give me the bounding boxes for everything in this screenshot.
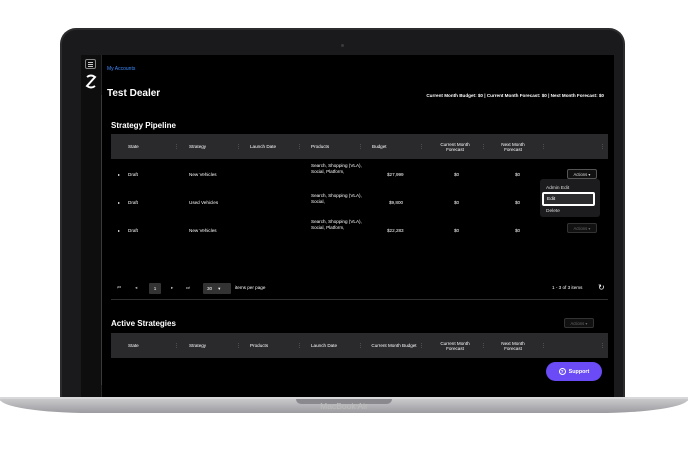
col-current-budget[interactable]: Current Month Budget xyxy=(371,333,417,358)
active-actions-button[interactable]: Actions ▾ xyxy=(564,318,594,328)
col-strategy[interactable]: Strategy xyxy=(189,134,234,159)
row-actions-button[interactable]: Actions ▾ xyxy=(567,223,597,233)
row-next-forecast: $0 xyxy=(515,200,521,205)
col-state[interactable]: State xyxy=(128,134,168,159)
chevron-down-icon: ▾ xyxy=(585,320,588,326)
col-current-forecast[interactable]: Current Month Forecast xyxy=(432,333,478,358)
page-title: Test Dealer xyxy=(107,88,161,99)
first-page-icon[interactable]: ⏮ xyxy=(117,285,121,290)
pipeline-table: State ⋮ Strategy ⋮ Launch Date ⋮ Product… xyxy=(111,134,608,274)
chevron-down-icon: ▾ xyxy=(588,171,591,177)
items-per-page-label: items per page xyxy=(235,285,266,290)
col-products[interactable]: Products xyxy=(311,134,356,159)
menu-item-edit[interactable]: Edit xyxy=(547,197,555,202)
range-text: 1 - 3 of 3 items xyxy=(552,285,583,290)
refresh-icon[interactable]: ↻ xyxy=(598,283,605,292)
row-budget: $27,999 xyxy=(387,172,404,177)
rail-divider xyxy=(101,95,102,385)
row-budget: $9,800 xyxy=(389,200,404,205)
page-size-select[interactable]: 30 ▾ xyxy=(203,283,231,294)
table-row[interactable]: ▸ Draft Used Vehicles Search, Shopping (… xyxy=(111,189,608,217)
table-menu-icon[interactable]: ⋮ xyxy=(600,343,605,349)
expand-row-icon[interactable]: ▸ xyxy=(118,228,120,233)
actions-label: Actions xyxy=(573,171,588,177)
col-launch-date[interactable]: Launch Date xyxy=(311,333,356,358)
col-current-forecast[interactable]: Current Month Forecast xyxy=(432,134,478,159)
budget-summary: Current Month Budget: $0 | Current Month… xyxy=(426,93,604,98)
row-products: Search, Shopping (VLA), Social, Platform… xyxy=(311,163,362,175)
hamburger-menu-icon[interactable] xyxy=(85,59,96,69)
breadcrumb-my-accounts[interactable]: My Accounts xyxy=(107,66,135,72)
row-budget: $22,283 xyxy=(387,228,404,233)
support-label: Support xyxy=(568,368,590,375)
side-rail xyxy=(81,55,102,397)
next-page-icon[interactable]: ▸ xyxy=(171,285,173,291)
prev-page-icon[interactable]: ◂ xyxy=(135,285,137,291)
actions-label: Actions xyxy=(570,320,585,326)
row-state: Draft xyxy=(128,200,138,205)
chevron-down-icon: ▾ xyxy=(588,225,591,231)
col-launch-date[interactable]: Launch Date xyxy=(250,134,295,159)
col-strategy[interactable]: Strategy xyxy=(189,333,234,358)
section-divider xyxy=(111,299,608,300)
actions-label: Actions xyxy=(573,225,588,231)
row-state: Draft xyxy=(128,228,138,233)
laptop-mockup: My Accounts Test Dealer Current Month Bu… xyxy=(0,0,688,458)
row-products: Search, Shopping (VLA), Social, Platform… xyxy=(311,219,362,231)
caret-down-icon: ▾ xyxy=(218,285,221,291)
col-menu-icon[interactable]: ⋮ xyxy=(481,343,486,349)
row-current-forecast: $0 xyxy=(454,172,460,177)
expand-row-icon[interactable]: ▸ xyxy=(118,200,120,205)
row-strategy: New Vehicles xyxy=(189,172,217,177)
col-menu-icon[interactable]: ⋮ xyxy=(297,144,302,150)
last-page-icon[interactable]: ⏭ xyxy=(186,285,190,290)
brand-logo-icon[interactable] xyxy=(84,74,98,90)
col-next-forecast[interactable]: Next Month Forecast xyxy=(493,134,533,159)
row-current-forecast: $0 xyxy=(454,200,460,205)
menu-item-delete[interactable]: Delete xyxy=(546,209,560,214)
col-next-forecast[interactable]: Next Month Forecast xyxy=(493,333,533,358)
menu-item-admin-edit[interactable]: Admin Edit xyxy=(546,186,569,191)
row-state: Draft xyxy=(128,172,138,177)
col-budget[interactable]: Budget xyxy=(372,134,412,159)
active-table: State ⋮ Strategy ⋮ Products ⋮ Launch Dat… xyxy=(111,333,608,358)
device-label: MacBook Air xyxy=(320,401,368,411)
col-menu-icon[interactable]: ⋮ xyxy=(297,343,302,349)
col-menu-icon[interactable]: ⋮ xyxy=(419,343,424,349)
row-strategy: New Vehicles xyxy=(189,228,217,233)
col-menu-icon[interactable]: ⋮ xyxy=(419,144,424,150)
col-products[interactable]: Products xyxy=(250,333,295,358)
col-menu-icon[interactable]: ⋮ xyxy=(358,144,363,150)
table-row[interactable]: ▸ Draft New Vehicles Search, Shopping (V… xyxy=(111,217,608,245)
col-menu-icon[interactable]: ⋮ xyxy=(174,144,179,150)
table-row[interactable]: ▸ Draft New Vehicles Search, Shopping (V… xyxy=(111,161,608,189)
row-next-forecast: $0 xyxy=(515,228,521,233)
col-menu-icon[interactable]: ⋮ xyxy=(541,343,546,349)
expand-row-icon[interactable]: ▸ xyxy=(118,172,120,177)
pagination-bar: ⏮ ◂ 1 ▸ ⏭ 30 ▾ items per page 1 - 3 of 3 … xyxy=(111,281,608,301)
row-current-forecast: $0 xyxy=(454,228,460,233)
col-menu-icon[interactable]: ⋮ xyxy=(358,343,363,349)
table-menu-icon[interactable]: ⋮ xyxy=(600,144,605,150)
help-icon: ? xyxy=(558,368,566,375)
support-button[interactable]: ? Support xyxy=(546,362,602,381)
page-size-value: 30 xyxy=(207,286,213,291)
col-menu-icon[interactable]: ⋮ xyxy=(236,144,241,150)
col-menu-icon[interactable]: ⋮ xyxy=(236,343,241,349)
col-menu-icon[interactable]: ⋮ xyxy=(541,144,546,150)
app-screen: My Accounts Test Dealer Current Month Bu… xyxy=(81,55,614,397)
pipeline-title: Strategy Pipeline xyxy=(111,121,176,130)
page-number-current[interactable]: 1 xyxy=(149,283,161,294)
row-products: Search, Shopping (VLA), Social, xyxy=(311,193,362,205)
camera-dot xyxy=(341,44,344,47)
row-strategy: Used Vehicles xyxy=(189,200,219,205)
col-state[interactable]: State xyxy=(128,333,168,358)
active-strategies-title: Active Strategies xyxy=(111,319,176,328)
row-next-forecast: $0 xyxy=(515,172,521,177)
col-menu-icon[interactable]: ⋮ xyxy=(481,144,486,150)
row-actions-button[interactable]: Actions ▾ xyxy=(567,169,597,179)
col-menu-icon[interactable]: ⋮ xyxy=(174,343,179,349)
